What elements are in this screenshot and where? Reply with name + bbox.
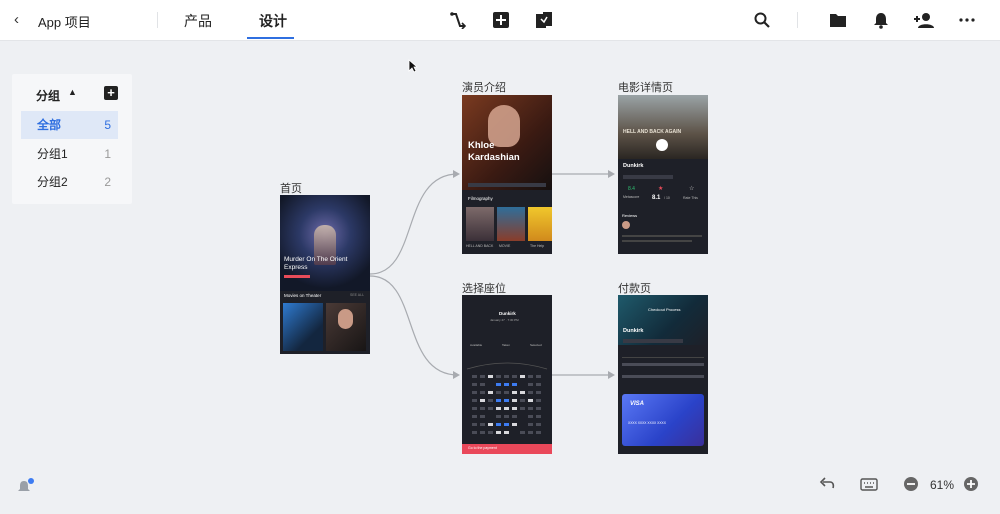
keyboard-icon[interactable] (860, 476, 878, 492)
film-title: The Help (530, 244, 545, 248)
play-icon[interactable] (656, 139, 668, 151)
seat-screen-thumbnail[interactable]: Dunkirk January 27 · 7:30 PM Available T… (462, 295, 552, 454)
filmography-title: Filmography (468, 196, 493, 201)
divider (622, 357, 704, 358)
poster-thumb (283, 303, 323, 351)
screen-label-actor[interactable]: 演员介绍 (462, 79, 506, 95)
legend-selected: Selected (530, 343, 542, 347)
seat-date: January 27 · 7:30 PM (490, 318, 519, 322)
screen-label-pay[interactable]: 付款页 (618, 280, 651, 296)
home-screen-thumbnail[interactable]: Murder On The Orient Express Movies on T… (280, 195, 370, 354)
pay-movie-title: Dunkirk (623, 328, 644, 334)
actor-screen-thumbnail[interactable]: Khloe Kardashian Filmography HELL AND BA… (462, 95, 552, 254)
reviewer-avatar (622, 221, 630, 229)
film-poster (528, 207, 552, 241)
poster-face (338, 309, 353, 329)
film-title: MOVIE (499, 244, 511, 248)
metascore-label: Metascore (623, 195, 640, 199)
section-title: Movies on Theater (284, 293, 322, 298)
zoom-out-icon[interactable] (903, 476, 919, 492)
seat-map[interactable] (462, 357, 552, 441)
credit-card[interactable]: VISA XXXX XXXX XXXX XXXX (622, 394, 704, 446)
payment-cta-label: Go to the payment (468, 446, 497, 450)
rate-star-icon[interactable]: ☆ (689, 185, 694, 192)
ticket-row (622, 363, 704, 366)
detail-screen-thumbnail[interactable]: HELL AND BACK AGAIN Dunkirk 8.4 Metascor… (618, 95, 708, 254)
genre-tags (623, 175, 673, 179)
legend-available: Available (470, 343, 483, 347)
rate-this-label[interactable]: Rate This (683, 196, 698, 200)
rating-value: 8.1 (652, 195, 661, 201)
payment-cta-button[interactable]: Go to the payment (462, 444, 552, 454)
rating-suffix: / 10 (664, 196, 670, 200)
screen-label-home[interactable]: 首页 (280, 180, 302, 196)
rating-stars (284, 275, 310, 278)
actor-name: Khloe Kardashian (468, 140, 520, 163)
see-all-link[interactable]: SEE ALL (350, 293, 364, 297)
undo-icon[interactable] (818, 476, 836, 492)
film-title: HELL AND BACK (466, 244, 494, 248)
review-text-line (622, 240, 692, 242)
star-icon: ★ (658, 186, 664, 192)
seat-movie-title: Dunkirk (499, 311, 516, 316)
ticket-row (622, 375, 704, 378)
hero-movie-title: Murder On The Orient Express (284, 256, 348, 271)
card-brand: VISA (630, 401, 645, 407)
pay-header-bg (618, 295, 708, 345)
screen-label-seat[interactable]: 选择座位 (462, 280, 506, 296)
zoom-level: 61% (930, 478, 955, 492)
screen-label-detail[interactable]: 电影详情页 (618, 79, 673, 95)
detail-movie-title: Dunkirk (623, 163, 644, 169)
legend-taken: Taken (502, 343, 511, 347)
notification-icon[interactable] (17, 478, 35, 494)
checkout-title: Checkout Process (648, 307, 681, 312)
poster-caption: HELL AND BACK AGAIN (623, 129, 682, 135)
genre-tags (623, 339, 683, 343)
card-number: XXXX XXXX XXXX XXXX (628, 421, 666, 425)
pay-screen-thumbnail[interactable]: Checkout Process Dunkirk VISA XXXX XXXX … (618, 295, 708, 454)
reviews-title: Reviews (622, 213, 638, 218)
film-poster (497, 207, 525, 241)
metascore-value: 8.4 (628, 186, 635, 192)
review-text-line (622, 235, 702, 237)
film-poster (466, 207, 494, 241)
actor-tags (468, 183, 546, 187)
zoom-in-icon[interactable] (963, 476, 979, 492)
